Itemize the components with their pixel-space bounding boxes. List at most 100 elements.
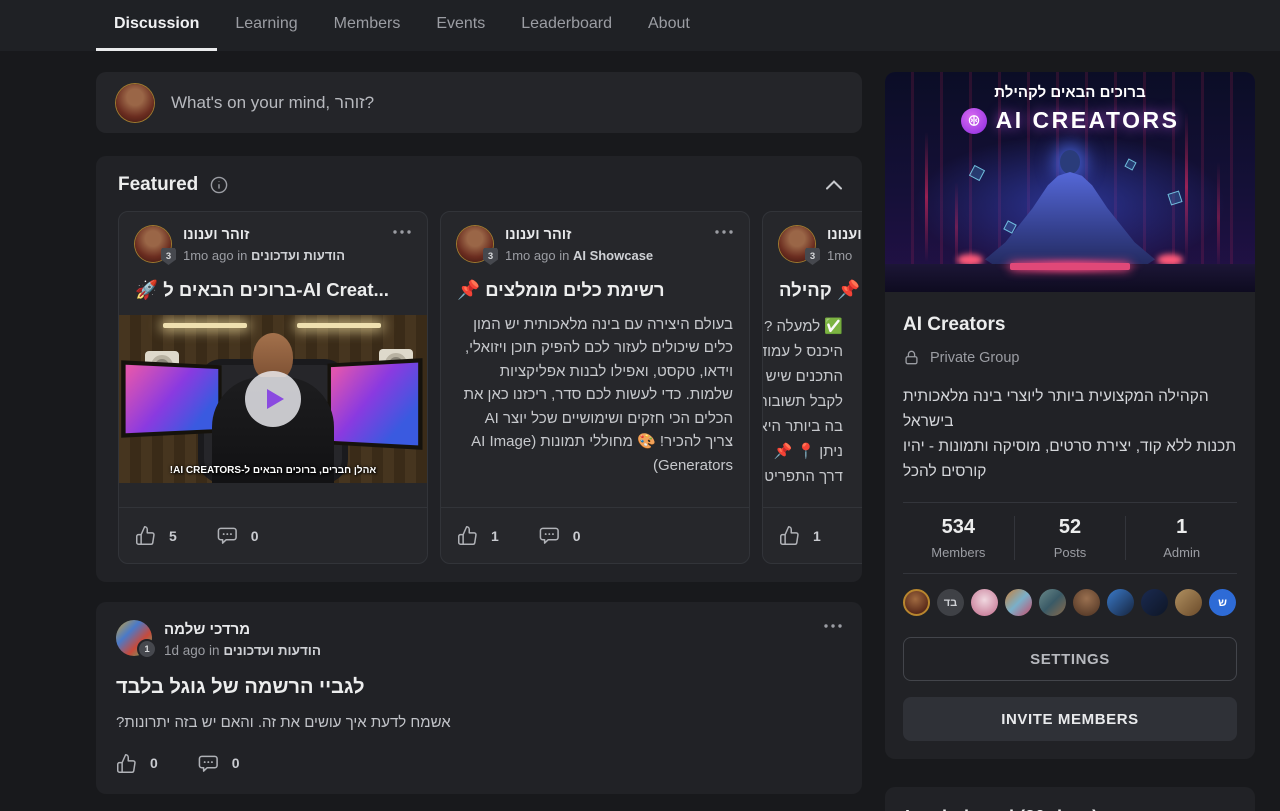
sidebar: ברוכים הבאים לקהילת AI CREATORS AI Creat… (885, 72, 1255, 811)
cover-brand-row: AI CREATORS (885, 107, 1255, 134)
post-title[interactable]: 🚀 ברוכים הבאים ל-AI Creat... (135, 279, 411, 301)
author-avatar[interactable]: 3 (135, 226, 171, 262)
group-cover-image: ברוכים הבאים לקהילת AI CREATORS (885, 72, 1255, 292)
member-avatar-initials[interactable]: בד (937, 589, 964, 616)
post-title[interactable]: קהילה 📌 (779, 279, 862, 301)
stat-label: Members (903, 545, 1014, 560)
author-name[interactable]: זוהר וענונו (183, 226, 345, 245)
group-privacy: Private Group (903, 349, 1237, 366)
post-header: 1 מרדכי שלמה 1d ago in הודעות ועדכונים (116, 620, 842, 658)
post-body: אשמח לדעת איך עושים את זה. והאם יש בזה י… (116, 714, 842, 731)
chevron-up-icon[interactable] (826, 180, 842, 190)
stat-label: Admin (1126, 545, 1237, 560)
member-avatar[interactable] (971, 589, 998, 616)
stat-value: 52 (1015, 516, 1126, 539)
studio-light (297, 323, 381, 328)
info-icon[interactable] (210, 176, 228, 194)
body-line: דרך התפריט (779, 464, 843, 489)
thumbs-up-icon (135, 525, 156, 546)
video-thumbnail[interactable]: אהלן חברים, ברוכים הבאים ל-AI CREATORS! (119, 315, 427, 483)
group-info-card: ברוכים הבאים לקהילת AI CREATORS AI Creat… (885, 72, 1255, 759)
comment-count: 0 (251, 528, 259, 544)
monitor-left (121, 360, 221, 438)
member-avatar[interactable] (1039, 589, 1066, 616)
category-link[interactable]: הודעות ועדכונים (251, 248, 345, 263)
thumbs-up-icon (116, 753, 137, 774)
group-stats: 534 Members 52 Posts 1 Admin (903, 502, 1237, 574)
level-badge: 3 (161, 248, 176, 265)
privacy-label: Private Group (930, 350, 1019, 366)
body-line: היכנס ל עמוד (779, 339, 843, 364)
group-name: AI Creators (903, 314, 1237, 336)
post-body: בעולם היצירה עם בינה מלאכותית יש המון כל… (457, 313, 733, 478)
author-avatar[interactable]: 1 (116, 620, 152, 656)
tab-about[interactable]: About (630, 0, 708, 51)
body-line: בה ביותר היא (779, 414, 843, 439)
more-options-icon[interactable] (824, 624, 842, 628)
featured-section: Featured (96, 156, 862, 582)
level-badge: 3 (805, 248, 820, 265)
author-name[interactable]: מרדכי שלמה (164, 620, 321, 640)
tab-leaderboard[interactable]: Leaderboard (503, 0, 630, 51)
like-button[interactable]: 1 (457, 525, 499, 546)
play-icon[interactable] (245, 371, 301, 427)
tab-discussion[interactable]: Discussion (96, 0, 217, 51)
body-line: התכנים שיש (779, 364, 843, 389)
more-options-icon[interactable] (393, 230, 411, 234)
tab-events[interactable]: Events (418, 0, 503, 51)
top-nav: Discussion Learning Members Events Leade… (0, 0, 1280, 51)
author-name[interactable]: זוהר וענונו (505, 226, 653, 245)
member-avatar[interactable] (1107, 589, 1134, 616)
member-avatar[interactable] (1005, 589, 1032, 616)
author-name[interactable]: זוהר וענונו (827, 226, 862, 245)
post-title[interactable]: 📌 רשימת כלים מומלצים (457, 279, 733, 301)
stat-label: Posts (1015, 545, 1126, 560)
featured-cards-row: 3 זוהר וענונו 1mo ago in הודעות ועדכונים… (118, 211, 862, 564)
post-title[interactable]: לגביי הרשמה של גוגל בלבד (116, 676, 842, 699)
level-badge: 1 (137, 639, 157, 659)
member-avatar[interactable] (1175, 589, 1202, 616)
settings-button[interactable]: SETTINGS (903, 637, 1237, 681)
featured-card-community[interactable]: 3 זוהר וענונו 1mo קהילה 📌 ✅ למעלה ? היכנ… (762, 211, 862, 564)
post-composer[interactable]: What's on your mind, זוהר? (96, 72, 862, 133)
post-meta: 1mo ago in הודעות ועדכונים (183, 248, 345, 263)
like-button[interactable]: 0 (116, 753, 158, 774)
like-button[interactable]: 5 (135, 525, 177, 546)
more-options-icon[interactable] (715, 230, 733, 234)
post-meta: 1mo ago in AI Showcase (505, 248, 653, 263)
category-link[interactable]: הודעות ועדכונים (223, 643, 321, 658)
lock-icon (903, 349, 920, 366)
featured-card-tools[interactable]: 3 זוהר וענונו 1mo ago in AI Showcase 📌 ר… (440, 211, 750, 564)
comment-icon (539, 525, 560, 546)
comment-button[interactable]: 0 (198, 753, 240, 774)
member-avatar-initials[interactable]: ש (1209, 589, 1236, 616)
member-avatar[interactable] (903, 589, 930, 616)
cover-figure (1060, 150, 1080, 174)
post-meta: 1mo (827, 248, 862, 263)
member-avatar[interactable] (1073, 589, 1100, 616)
like-button[interactable]: 1 (779, 525, 821, 546)
author-avatar[interactable]: 3 (457, 226, 493, 262)
group-description: הקהילה המקצועית ביותר ליוצרי בינה מלאכות… (903, 384, 1237, 484)
invite-members-button[interactable]: INVITE MEMBERS (903, 697, 1237, 741)
timestamp: 1mo ago in (183, 248, 247, 263)
studio-light (163, 323, 247, 328)
stat-value: 534 (903, 516, 1014, 539)
timestamp: 1d ago in (164, 643, 220, 658)
post-card[interactable]: 1 מרדכי שלמה 1d ago in הודעות ועדכונים ל… (96, 602, 862, 794)
card-footer: 5 0 (119, 507, 427, 563)
current-user-avatar[interactable] (116, 84, 154, 122)
like-count: 1 (491, 528, 499, 544)
member-avatar[interactable] (1141, 589, 1168, 616)
category-link[interactable]: AI Showcase (573, 248, 653, 263)
comment-button[interactable]: 0 (539, 525, 581, 546)
tab-members[interactable]: Members (316, 0, 419, 51)
timestamp: 1mo (827, 248, 852, 263)
stat-value: 1 (1126, 516, 1237, 539)
featured-card-welcome[interactable]: 3 זוהר וענונו 1mo ago in הודעות ועדכונים… (118, 211, 428, 564)
cover-brand-text: AI CREATORS (996, 107, 1180, 134)
author-avatar[interactable]: 3 (779, 226, 815, 262)
stat-posts: 52 Posts (1014, 516, 1126, 560)
comment-button[interactable]: 0 (217, 525, 259, 546)
tab-learning[interactable]: Learning (217, 0, 315, 51)
